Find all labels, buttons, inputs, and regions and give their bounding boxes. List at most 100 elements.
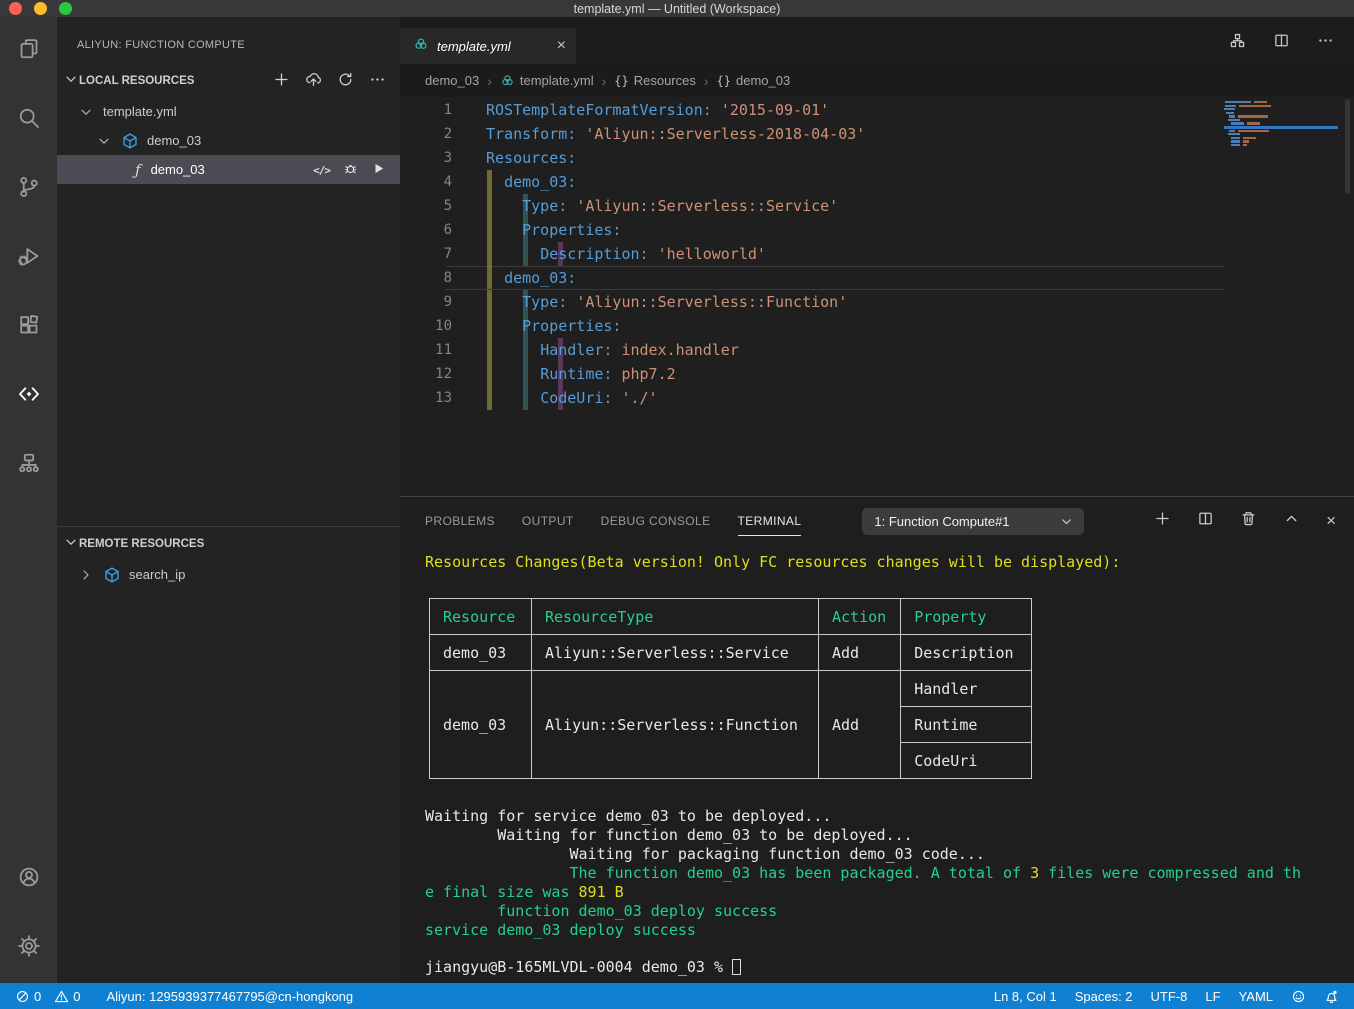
code-text: Properties:: [486, 218, 621, 242]
breadcrumb-item-demo_03[interactable]: {}demo_03: [717, 73, 791, 88]
editor-scrollbar[interactable]: [1345, 99, 1350, 194]
close-tab-icon[interactable]: ×: [557, 38, 566, 54]
local-invoke-icon[interactable]: </>: [313, 162, 330, 177]
tree-item-demo_03[interactable]: demo_03: [57, 126, 400, 155]
activity-run-debug[interactable]: [0, 224, 57, 293]
code-text: Transform: 'Aliyun::Serverless-2018-04-0…: [486, 122, 865, 146]
code-line-12[interactable]: 12 Runtime: php7.2: [400, 362, 1354, 386]
language-mode-status[interactable]: YAML: [1230, 983, 1282, 1009]
line-number: 7: [400, 242, 452, 266]
refresh-icon[interactable]: [337, 71, 354, 91]
tab-bar: template.yml ×: [400, 17, 1354, 64]
split-editor-icon[interactable]: [1273, 32, 1290, 54]
code-line-2[interactable]: 2Transform: 'Aliyun::Serverless-2018-04-…: [400, 122, 1354, 146]
code-text: Runtime: php7.2: [486, 362, 676, 386]
activity-extensions[interactable]: [0, 293, 57, 362]
split-terminal-icon[interactable]: [1197, 510, 1214, 532]
chevron-down-icon: [78, 104, 94, 120]
code-line-11[interactable]: 11 Handler: index.handler: [400, 338, 1354, 362]
fc-cloud-icon: [500, 73, 515, 88]
code-line-4[interactable]: 4 demo_03:: [400, 170, 1354, 194]
activity-resource-graph[interactable]: [0, 431, 57, 500]
code-text: Properties:: [486, 314, 621, 338]
panel-tab-problems[interactable]: PROBLEMS: [425, 497, 495, 545]
activity-source-control[interactable]: [0, 155, 57, 224]
local-resources-actions: [273, 71, 386, 91]
more-icon[interactable]: [369, 71, 386, 91]
code-line-3[interactable]: 3Resources:: [400, 146, 1354, 170]
code-line-10[interactable]: 10 Properties:: [400, 314, 1354, 338]
panel-tab-output[interactable]: OUTPUT: [522, 497, 574, 545]
maximize-panel-icon[interactable]: [1283, 510, 1300, 532]
notifications-status[interactable]: [1315, 983, 1348, 1009]
activity-accounts[interactable]: [0, 845, 57, 914]
chevron-down-icon: [96, 133, 112, 149]
activity-search[interactable]: [0, 86, 57, 155]
terminal-line: Waiting for function demo_03 to be deplo…: [425, 826, 1354, 845]
breadcrumb-item-template.yml[interactable]: template.yml: [500, 73, 594, 88]
remote-resources-header[interactable]: REMOTE RESOURCES: [57, 527, 400, 560]
activity-explorer[interactable]: [0, 17, 57, 86]
gear-icon: [17, 934, 41, 963]
files-icon: [17, 37, 41, 66]
activity-settings[interactable]: [0, 914, 57, 983]
code-text: Handler: index.handler: [486, 338, 739, 362]
tree-item-template.yml[interactable]: template.yml: [57, 97, 400, 126]
chevron-right-icon: [78, 567, 94, 583]
new-terminal-icon[interactable]: [1154, 510, 1171, 532]
terminal-picker-value: 1: Function Compute#1: [874, 514, 1009, 529]
code-line-5[interactable]: 5 Type: 'Aliyun::Serverless::Service': [400, 194, 1354, 218]
line-number: 9: [400, 290, 452, 314]
tree-item-demo_03[interactable]: ƒdemo_03</>: [57, 155, 400, 184]
terminal-prompt[interactable]: jiangyu@B-165MLVDL-0004 demo_03 %: [425, 958, 1354, 977]
zoom-window-button[interactable]: [59, 2, 72, 15]
aliyun-account-status[interactable]: Aliyun: 1295939377467795@cn-hongkong: [97, 983, 362, 1009]
feedback-status[interactable]: [1282, 983, 1315, 1009]
chevron-down-icon: [63, 534, 79, 553]
close-panel-icon[interactable]: ×: [1326, 512, 1336, 531]
code-line-7[interactable]: 7 Description: 'helloworld': [400, 242, 1354, 266]
fc-cloud-icon: [413, 36, 429, 57]
code-line-13[interactable]: 13 CodeUri: './': [400, 386, 1354, 410]
indentation-status[interactable]: Spaces: 2: [1066, 983, 1142, 1009]
activity-aliyun-function-compute[interactable]: [0, 362, 57, 431]
code-line-9[interactable]: 9 Type: 'Aliyun::Serverless::Function': [400, 290, 1354, 314]
add-icon[interactable]: [273, 71, 290, 91]
kill-terminal-icon[interactable]: [1240, 510, 1257, 532]
line-number: 10: [400, 314, 452, 338]
code-line-1[interactable]: 1ROSTemplateFormatVersion: '2015-09-01': [400, 98, 1354, 122]
eol-status[interactable]: LF: [1196, 983, 1229, 1009]
tab-template-yml[interactable]: template.yml ×: [400, 28, 576, 64]
terminal-picker[interactable]: 1: Function Compute#1: [862, 508, 1084, 535]
chevron-down-icon: [63, 71, 79, 90]
tree-item-search_ip[interactable]: search_ip: [57, 560, 400, 589]
terminal-output[interactable]: Resources Changes(Beta version! Only FC …: [400, 545, 1354, 983]
problems-status[interactable]: 0 0: [6, 983, 97, 1009]
breadcrumb-item-demo_03[interactable]: demo_03: [425, 73, 479, 88]
deploy-icon[interactable]: [305, 71, 322, 91]
panel-tab-debug-console[interactable]: DEBUG CONSOLE: [601, 497, 711, 545]
close-window-button[interactable]: [9, 2, 22, 15]
show-resource-graph-icon[interactable]: [1229, 32, 1246, 54]
line-number: 11: [400, 338, 452, 362]
panel-tab-terminal[interactable]: TERMINAL: [738, 497, 802, 545]
local-resources-label: LOCAL RESOURCES: [79, 75, 194, 87]
minimap[interactable]: [1224, 101, 1338, 148]
breadcrumb-item-Resources[interactable]: {}Resources: [614, 73, 696, 88]
local-debug-icon[interactable]: [343, 161, 358, 179]
more-actions-icon[interactable]: [1317, 32, 1334, 54]
encoding-label: UTF-8: [1151, 989, 1188, 1004]
extensions-icon: [17, 313, 41, 342]
minimize-window-button[interactable]: [34, 2, 47, 15]
activity-bar: [0, 17, 57, 983]
tree-item-label: demo_03: [151, 162, 205, 177]
remote-invoke-icon[interactable]: [371, 161, 386, 179]
language-mode-label: YAML: [1239, 989, 1273, 1004]
cursor-position-status[interactable]: Ln 8, Col 1: [985, 983, 1066, 1009]
code-line-8[interactable]: 8 demo_03:: [400, 266, 1354, 290]
table-header: Resource: [430, 599, 532, 635]
encoding-status[interactable]: UTF-8: [1142, 983, 1197, 1009]
local-resources-header[interactable]: LOCAL RESOURCES: [57, 64, 400, 97]
code-editor[interactable]: 1ROSTemplateFormatVersion: '2015-09-01'2…: [400, 97, 1354, 496]
code-line-6[interactable]: 6 Properties:: [400, 218, 1354, 242]
